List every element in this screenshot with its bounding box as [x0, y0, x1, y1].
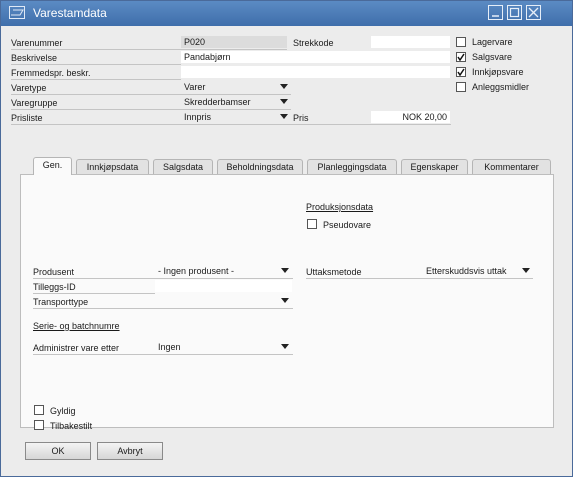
- maximize-icon: [509, 7, 520, 18]
- produsent-value: - Ingen produsent -: [158, 266, 235, 276]
- checkmark-icon: [457, 68, 465, 76]
- chevron-down-icon: [281, 298, 289, 303]
- tab-beholdningsdata[interactable]: Beholdningsdata: [217, 159, 303, 175]
- window-title: Varestamdata: [33, 6, 107, 20]
- pseudovare-label: Pseudovare: [323, 220, 372, 230]
- varegruppe-value: Skredderbamser: [184, 97, 251, 107]
- beskrivelse-label: Beskrivelse: [11, 53, 58, 63]
- pris-field[interactable]: NOK 20,00: [371, 111, 450, 123]
- chevron-down-icon: [280, 84, 288, 89]
- fremmedspr-label: Fremmedspr. beskr.: [11, 68, 91, 78]
- row-divider: [33, 293, 155, 294]
- administrer-value: Ingen: [158, 342, 181, 352]
- anleggsmidler-label: Anleggsmidler: [472, 82, 530, 92]
- tab-gen[interactable]: Gen.: [33, 157, 72, 175]
- ok-button[interactable]: OK: [25, 442, 91, 460]
- salgsvare-label: Salgsvare: [472, 52, 513, 62]
- innkjopsvare-label: Innkjøpsvare: [472, 67, 524, 77]
- varetype-select[interactable]: Varer: [181, 81, 291, 93]
- strekkode-field[interactable]: [371, 36, 450, 48]
- varetype-label: Varetype: [11, 83, 47, 93]
- salgsvare-checkbox[interactable]: [456, 52, 466, 62]
- varenummer-field[interactable]: P020: [181, 36, 287, 48]
- anleggsmidler-checkbox[interactable]: [456, 82, 466, 92]
- transporttype-select[interactable]: [155, 295, 292, 307]
- row-divider: [11, 124, 451, 125]
- row-divider: [11, 64, 181, 65]
- serie-batch-heading: Serie- og batchnumre: [33, 321, 120, 331]
- produsent-label: Produsent: [33, 267, 75, 277]
- varenummer-label: Varenummer: [11, 38, 63, 48]
- varetype-value: Varer: [184, 82, 206, 92]
- prisliste-select[interactable]: Innpris: [181, 111, 291, 123]
- tab-kommentarer[interactable]: Kommentarer: [472, 159, 551, 175]
- row-divider: [33, 278, 293, 279]
- row-divider: [11, 49, 287, 50]
- row-divider: [33, 308, 293, 309]
- item-master-data-window: Varestamdata Varenummer P020 Strekkode B…: [0, 0, 573, 477]
- tab-egenskaper[interactable]: Egenskaper: [401, 159, 468, 175]
- title-bar[interactable]: Varestamdata: [1, 1, 572, 26]
- lagervare-checkbox[interactable]: [456, 37, 466, 47]
- minimize-button[interactable]: [488, 5, 503, 20]
- uttaksmetode-value: Etterskuddsvis uttak: [426, 266, 507, 276]
- tab-planleggingsdata[interactable]: Planleggingsdata: [307, 159, 397, 175]
- chevron-down-icon: [281, 268, 289, 273]
- innkjopsvare-checkbox[interactable]: [456, 67, 466, 77]
- administrer-select[interactable]: Ingen: [155, 341, 292, 353]
- beskrivelse-field[interactable]: Pandabjørn: [181, 51, 450, 63]
- tilleggs-id-field[interactable]: [155, 280, 292, 292]
- tab-salgsdata[interactable]: Salgsdata: [153, 159, 213, 175]
- row-divider: [306, 278, 533, 279]
- uttaksmetode-select[interactable]: Etterskuddsvis uttak: [423, 265, 533, 277]
- close-icon: [528, 7, 539, 18]
- row-divider: [11, 79, 181, 80]
- transporttype-label: Transporttype: [33, 297, 89, 307]
- window-icon: [9, 6, 25, 19]
- cancel-button[interactable]: Avbryt: [97, 442, 163, 460]
- chevron-down-icon: [280, 114, 288, 119]
- chevron-down-icon: [522, 268, 530, 273]
- prisliste-value: Innpris: [184, 112, 212, 122]
- tilbakestilt-label: Tilbakestilt: [50, 421, 93, 431]
- pseudovare-checkbox[interactable]: [307, 219, 317, 229]
- row-divider: [11, 94, 291, 95]
- pris-label: Pris: [293, 113, 309, 123]
- produsent-select[interactable]: - Ingen produsent -: [155, 265, 292, 277]
- close-button[interactable]: [526, 5, 541, 20]
- lagervare-label: Lagervare: [472, 37, 513, 47]
- minimize-icon: [492, 15, 499, 17]
- varegruppe-select[interactable]: Skredderbamser: [181, 96, 291, 108]
- prisliste-label: Prisliste: [11, 113, 43, 123]
- uttaksmetode-label: Uttaksmetode: [306, 267, 362, 277]
- gyldig-label: Gyldig: [50, 406, 76, 416]
- administrer-label: Administrer vare etter: [33, 343, 120, 353]
- chevron-down-icon: [280, 99, 288, 104]
- row-divider: [33, 354, 293, 355]
- tilleggs-id-label: Tilleggs-ID: [33, 282, 76, 292]
- gyldig-checkbox[interactable]: [34, 405, 44, 415]
- row-divider: [11, 109, 291, 110]
- chevron-down-icon: [281, 344, 289, 349]
- varegruppe-label: Varegruppe: [11, 98, 58, 108]
- tilbakestilt-checkbox[interactable]: [34, 420, 44, 430]
- checkmark-icon: [457, 53, 465, 61]
- maximize-button[interactable]: [507, 5, 522, 20]
- tab-innkjopsdata[interactable]: Innkjøpsdata: [76, 159, 149, 175]
- strekkode-label: Strekkode: [293, 38, 334, 48]
- produksjonsdata-heading: Produksjonsdata: [306, 202, 374, 212]
- fremmedspr-field[interactable]: [181, 66, 450, 78]
